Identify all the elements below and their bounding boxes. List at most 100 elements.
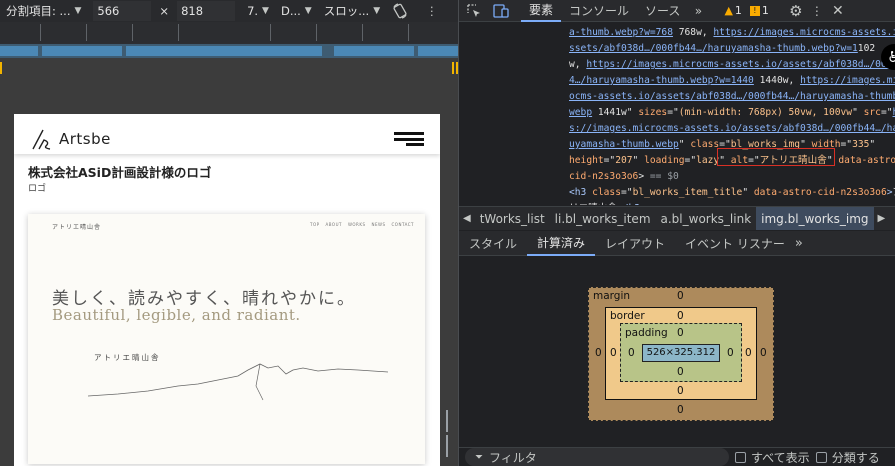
- caret-down-icon[interactable]: ▼: [262, 0, 269, 22]
- scroll-left-icon[interactable]: ◀: [459, 213, 475, 224]
- dom-token: =": [667, 107, 679, 118]
- inspect-element-icon[interactable]: [459, 0, 489, 22]
- border-top-value[interactable]: 0: [677, 310, 684, 322]
- border-right-value[interactable]: 0: [745, 347, 752, 359]
- subtab-layout[interactable]: レイアウト: [595, 231, 675, 256]
- dom-line[interactable]: 4…/haruyamasha-thumb.webp?w=1440 1440w, …: [569, 73, 895, 89]
- dom-line[interactable]: webp 1441w" sizes="(min-width: 768px) 50…: [569, 105, 895, 121]
- more-tabs-icon[interactable]: »: [688, 4, 708, 18]
- width-input[interactable]: 566: [93, 1, 152, 21]
- padding-bottom-value[interactable]: 0: [677, 366, 684, 378]
- dom-token: s://images.microcms-assets.io/assets/abf…: [569, 123, 895, 134]
- border-bottom-value[interactable]: 0: [677, 385, 684, 397]
- dom-line[interactable]: リエ晴山舎</h3>: [569, 201, 646, 205]
- media-query-ruler: [0, 22, 458, 74]
- margin-right-value[interactable]: 0: [760, 347, 767, 359]
- dimensions-select[interactable]: 分割項目: ...: [0, 0, 71, 22]
- settings-gear-icon[interactable]: ⚙: [785, 2, 807, 20]
- more-subtabs-icon[interactable]: »: [795, 236, 803, 251]
- scroll-right-icon[interactable]: ▶: [874, 213, 890, 224]
- breakpoint-marker: [0, 62, 2, 74]
- margin-bottom-value[interactable]: 0: [677, 404, 684, 416]
- work-thumbnail[interactable]: アトリエ晴山舎 TOP ABOUT WORKS NEWS CONTACT 美しく…: [28, 214, 425, 464]
- breadcrumb-item[interactable]: a.bl_works_link: [656, 212, 757, 226]
- dom-line[interactable]: ssets/abf038d…/000fb44…/haruyamasha-thum…: [569, 41, 875, 57]
- padding-right-value[interactable]: 0: [727, 347, 734, 359]
- media-query-segment[interactable]: [126, 46, 322, 56]
- dom-token: ": [852, 107, 864, 118]
- device-mode-select[interactable]: D...: [281, 0, 301, 22]
- dom-line[interactable]: <h3 class="bl_works_item_title" data-ast…: [569, 185, 895, 201]
- margin-left-value[interactable]: 0: [595, 347, 602, 359]
- artsbe-logo-icon[interactable]: [32, 128, 52, 150]
- media-query-segment[interactable]: [418, 46, 458, 56]
- dom-token: </h3>: [617, 203, 646, 205]
- ruler-tick: [408, 24, 409, 41]
- media-query-segment[interactable]: [334, 46, 414, 56]
- site-logo-text[interactable]: Artsbe: [59, 130, 111, 148]
- subtab-event-listeners[interactable]: イベント リスナー: [675, 231, 795, 256]
- tab-elements[interactable]: 要素: [521, 0, 562, 22]
- box-model-content[interactable]: 526×325.312: [642, 344, 720, 362]
- rotate-icon[interactable]: [392, 0, 408, 22]
- alt-attribute-highlight: [717, 148, 835, 166]
- throttle-select[interactable]: スロッ...: [324, 0, 369, 22]
- more-vert-icon[interactable]: ⋮: [426, 0, 438, 22]
- ruler-tick: [86, 24, 87, 41]
- border-label: border: [610, 310, 645, 322]
- dom-token: ": [678, 139, 691, 150]
- breadcrumb-item-active[interactable]: img.bl_works_img: [756, 207, 874, 230]
- dom-token: 1440w,: [753, 75, 801, 86]
- dom-token: webp: [569, 107, 593, 118]
- breadcrumb-item[interactable]: li.bl_works_item: [550, 212, 656, 226]
- dom-line[interactable]: w, https://images.microcms-assets.io/ass…: [569, 57, 895, 73]
- devtools-tab-bar: 要素 コンソール ソース » ▲ 1 ! 1 ⚙ ⋮ ✕: [459, 0, 895, 22]
- media-query-segment[interactable]: [42, 46, 122, 56]
- hamburger-menu-icon[interactable]: [394, 132, 424, 146]
- caret-down-icon[interactable]: ▼: [75, 0, 82, 22]
- hamburger-line: [394, 132, 424, 135]
- tab-console[interactable]: コンソール: [561, 0, 637, 22]
- dpr-select[interactable]: 7.: [247, 0, 258, 22]
- dom-token: 207: [615, 155, 633, 166]
- dom-line[interactable]: ocms-assets.io/assets/abf038d…/000fb44…/…: [569, 89, 895, 105]
- dom-token: =": [840, 139, 853, 150]
- padding-left-value[interactable]: 0: [628, 347, 635, 359]
- dom-token: src: [863, 107, 881, 118]
- dom-line[interactable]: s://images.microcms-assets.io/assets/abf…: [569, 121, 895, 137]
- border-left-value[interactable]: 0: [610, 347, 617, 359]
- dom-token: cid-n2s3o3o6: [569, 171, 639, 182]
- padding-top-value[interactable]: 0: [677, 327, 684, 339]
- issues-badge[interactable]: ! 1: [749, 4, 769, 17]
- subtab-computed[interactable]: 計算済み: [527, 231, 596, 256]
- more-vert-icon[interactable]: ⋮: [807, 4, 827, 18]
- dom-token: https://images.mi: [800, 75, 895, 86]
- thumb-nav-item: WORKS: [347, 222, 366, 227]
- warnings-count: 1: [734, 4, 742, 17]
- height-input[interactable]: 818: [177, 1, 236, 21]
- dom-line[interactable]: cid-n2s3o3o6> == $0: [569, 169, 679, 185]
- filter-input[interactable]: ⏷ フィルタ: [465, 448, 729, 466]
- tab-sources[interactable]: ソース: [637, 0, 688, 22]
- caret-down-icon[interactable]: ▼: [305, 0, 312, 22]
- devtools-panel: 要素 コンソール ソース » ▲ 1 ! 1 ⚙ ⋮ ✕ a-thumb.web…: [458, 0, 895, 466]
- group-checkbox[interactable]: 分類する: [815, 449, 880, 466]
- pane-resize-handle[interactable]: [446, 410, 451, 457]
- dom-line[interactable]: a-thumb.webp?w=768 768w, https://images.…: [569, 25, 895, 41]
- breadcrumb-item[interactable]: tWorks_list: [475, 212, 550, 226]
- ruler-tick: [270, 24, 271, 41]
- subtab-styles[interactable]: スタイル: [459, 231, 527, 256]
- device-toggle-icon[interactable]: [489, 0, 513, 22]
- group-label: 分類する: [831, 450, 880, 465]
- media-query-segment[interactable]: [0, 46, 38, 56]
- caret-down-icon[interactable]: ▼: [373, 0, 380, 22]
- ruler-tick: [132, 24, 133, 41]
- show-all-checkbox[interactable]: すべて表示: [735, 449, 810, 466]
- dom-token: 4…/haruyamasha-thumb.webp?w=1440: [569, 75, 754, 86]
- warnings-badge[interactable]: ▲ 1: [724, 4, 741, 17]
- ruler-tick: [362, 24, 363, 41]
- close-icon[interactable]: ✕: [827, 3, 849, 19]
- dom-token: loading: [644, 155, 685, 166]
- ruler-tick: [316, 24, 317, 41]
- margin-top-value[interactable]: 0: [677, 290, 684, 302]
